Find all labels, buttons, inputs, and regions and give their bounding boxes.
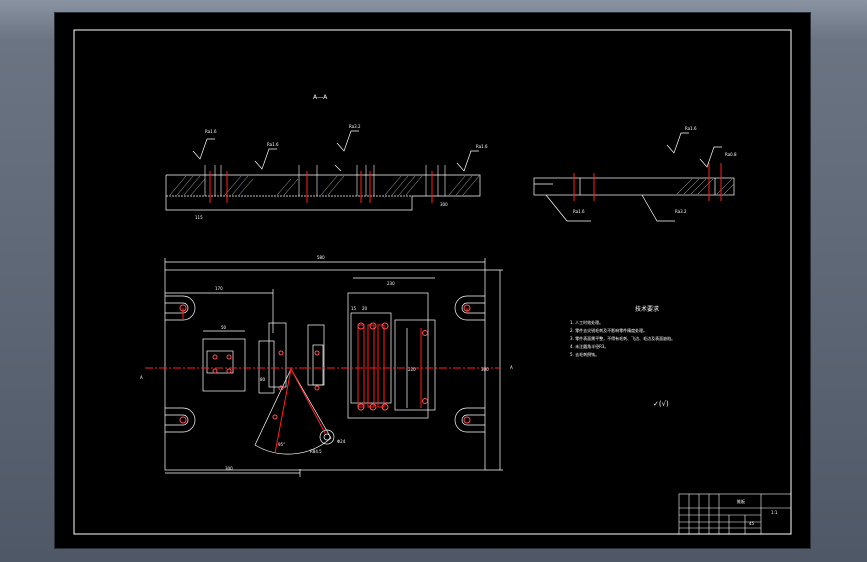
- svg-text:✓(√): ✓(√): [653, 400, 669, 408]
- svg-text:Ra1.6: Ra1.6: [573, 209, 585, 214]
- svg-text:5. 去毛刺倒钝。: 5. 去毛刺倒钝。: [570, 351, 599, 357]
- section-view-right: [533, 132, 735, 222]
- svg-text:300: 300: [440, 202, 448, 207]
- svg-text:Φ24: Φ24: [337, 439, 346, 444]
- section-title: A—A: [313, 94, 328, 101]
- svg-text:580: 580: [317, 255, 325, 260]
- svg-text:Ra1.6: Ra1.6: [267, 142, 279, 147]
- svg-text:80: 80: [260, 377, 266, 382]
- svg-text:300: 300: [481, 367, 489, 372]
- svg-text:95°: 95°: [278, 442, 285, 447]
- svg-text:115: 115: [195, 215, 203, 220]
- svg-text:推板: 推板: [737, 498, 745, 504]
- cad-drawing: A—A Ra1.6 Ra1.6 Ra3.2 Ra1.6 115 300 Ra1.…: [73, 29, 792, 535]
- svg-text:A: A: [510, 365, 513, 370]
- svg-text:3. 零件表面需平整，不得有毛刺、飞边、毛边及表面缺陷。: 3. 零件表面需平整，不得有毛刺、飞边、毛边及表面缺陷。: [570, 335, 675, 341]
- svg-text:220: 220: [408, 367, 416, 372]
- svg-text:Ra0.8: Ra0.8: [725, 152, 737, 157]
- right-section-labels: Ra1.6 Ra0.8 Ra1.6 Ra3.2: [573, 126, 737, 214]
- cad-viewport[interactable]: A—A Ra1.6 Ra1.6 Ra3.2 Ra1.6 115 300 Ra1.…: [55, 13, 810, 548]
- svg-text:4. 未注圆角半径R3。: 4. 未注圆角半径R3。: [570, 343, 608, 349]
- svg-text:Ra3.2: Ra3.2: [675, 209, 687, 214]
- svg-text:20: 20: [362, 306, 368, 311]
- svg-text:50: 50: [221, 325, 227, 330]
- plan-dimension-labels: 580 170 300 230 300 220 Φ24 80 95° R84.5…: [140, 255, 513, 471]
- svg-text:170: 170: [215, 286, 223, 291]
- svg-text:R84.5: R84.5: [310, 449, 322, 454]
- plan-holes: [179, 304, 471, 424]
- svg-text:技术要求: 技术要求: [635, 305, 659, 313]
- section-view-left: [165, 130, 481, 211]
- svg-text:2. 零件去尖锐毛刺及不影响零件精度处理。: 2. 零件去尖锐毛刺及不影响零件精度处理。: [570, 327, 647, 333]
- svg-text:Ra3.2: Ra3.2: [349, 124, 361, 129]
- svg-text:1. 人工时效处理。: 1. 人工时效处理。: [570, 319, 603, 325]
- section-labels: Ra1.6 Ra1.6 Ra3.2 Ra1.6 115 300: [195, 124, 488, 220]
- svg-text:15: 15: [351, 306, 357, 311]
- svg-text:Ra1.6: Ra1.6: [205, 129, 217, 134]
- svg-text:Ra1.6: Ra1.6: [685, 126, 697, 131]
- svg-text:Ra1.6: Ra1.6: [476, 144, 488, 149]
- svg-text:45: 45: [749, 521, 755, 526]
- svg-text:A: A: [140, 375, 143, 380]
- drawing-border: [73, 29, 792, 535]
- technical-notes: 技术要求 1. 人工时效处理。 2. 零件去尖锐毛刺及不影响零件精度处理。 3.…: [570, 305, 675, 408]
- svg-text:230: 230: [387, 281, 395, 286]
- svg-text:1:1: 1:1: [771, 510, 778, 515]
- svg-text:300: 300: [225, 466, 233, 471]
